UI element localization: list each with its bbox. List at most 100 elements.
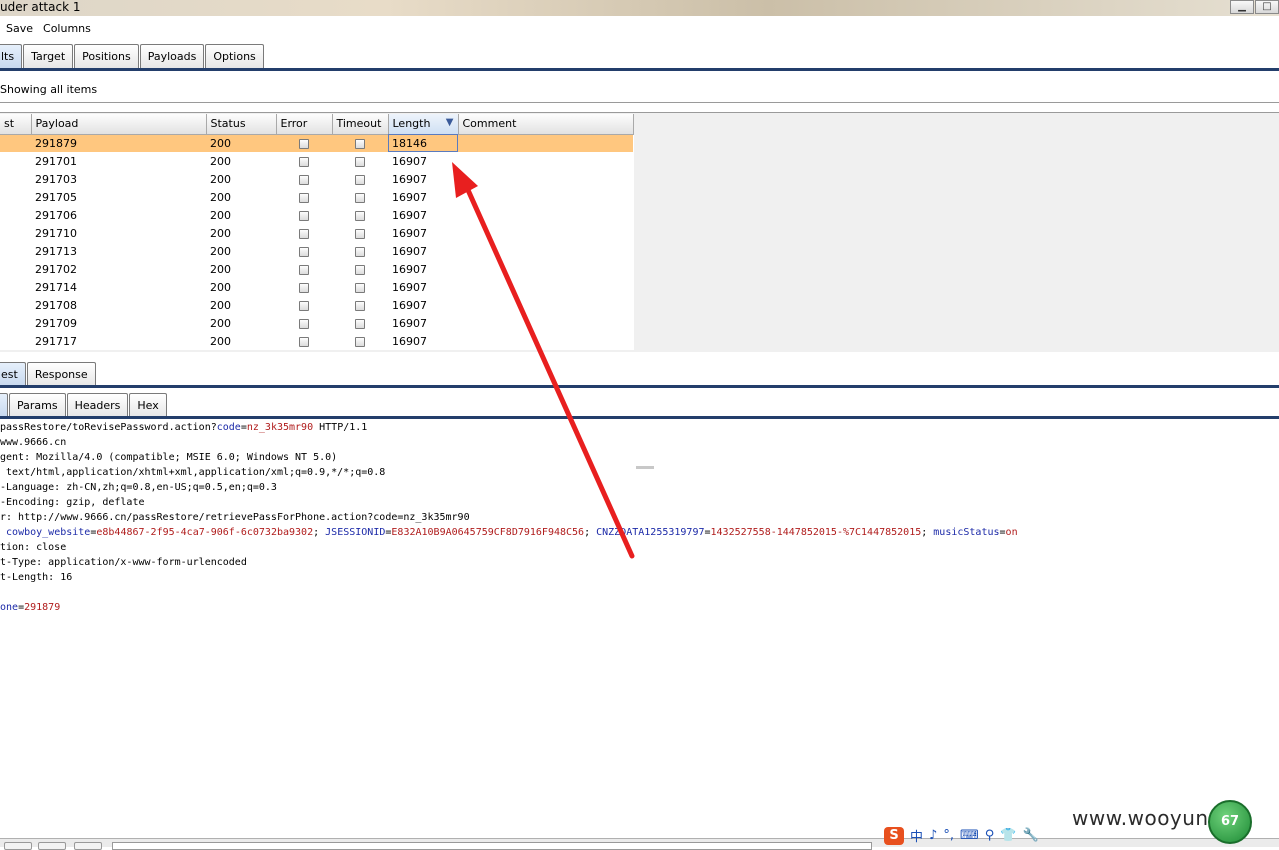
col-header-status[interactable]: Status <box>206 114 277 135</box>
col-header-error[interactable]: Error <box>276 114 333 135</box>
cell-payload: 291717 <box>35 334 77 348</box>
results-table[interactable]: st Payload Status Error Timeout Length ▼ … <box>0 114 634 350</box>
tab-hex[interactable]: Hex <box>129 393 167 417</box>
filter-bar[interactable]: Showing all items <box>0 73 1279 103</box>
search-input[interactable] <box>112 842 872 850</box>
help-button[interactable] <box>4 842 32 850</box>
request-token: www.9666.cn <box>0 437 67 448</box>
cell-request <box>0 296 31 314</box>
window-controls: ▁ □ <box>1229 0 1279 14</box>
cell-error <box>276 296 332 314</box>
checkbox[interactable] <box>299 228 309 239</box>
checkbox[interactable] <box>299 156 309 167</box>
col-header-request[interactable]: st <box>0 114 32 135</box>
checkbox[interactable] <box>355 228 365 239</box>
checkbox[interactable] <box>299 282 309 293</box>
ime-moon-icon[interactable]: ♪ <box>929 828 937 843</box>
checkbox[interactable] <box>355 156 365 167</box>
tab-payloads[interactable]: Payloads <box>139 44 205 68</box>
ime-skin-icon[interactable]: 👕 <box>1000 828 1016 843</box>
checkbox[interactable] <box>355 264 365 275</box>
checkbox[interactable] <box>299 264 309 275</box>
checkbox[interactable] <box>355 318 365 329</box>
request-line <box>0 585 1279 600</box>
cell-comment <box>458 278 633 296</box>
tab-request[interactable]: est <box>0 362 26 386</box>
cell-status: 200 <box>210 334 231 348</box>
speed-badge[interactable]: 67 <box>1208 800 1252 844</box>
table-row[interactable]: 291705 200 16907 <box>0 188 633 206</box>
checkbox[interactable] <box>355 138 365 149</box>
checkbox[interactable] <box>355 246 365 257</box>
checkbox[interactable] <box>299 174 309 185</box>
cell-payload: 291702 <box>35 262 77 276</box>
checkbox[interactable] <box>355 282 365 293</box>
request-token: CNZZDATA1255319797 <box>596 527 705 538</box>
table-row[interactable]: 291706 200 16907 <box>0 206 633 224</box>
cell-request <box>0 188 31 206</box>
tab-params[interactable]: Params <box>9 393 66 417</box>
cell-timeout <box>332 134 388 152</box>
cell-error <box>276 260 332 278</box>
ime-keyboard-icon[interactable]: ⌨ <box>960 828 979 843</box>
ime-punct-icon[interactable]: °, <box>943 828 954 843</box>
request-token: ; <box>584 527 597 538</box>
checkbox[interactable] <box>355 192 365 203</box>
ime-user-icon[interactable]: ⚲ <box>985 828 995 843</box>
cell-error <box>276 332 332 350</box>
prev-button[interactable] <box>38 842 66 850</box>
cell-error <box>276 188 332 206</box>
cell-payload: 291713 <box>35 244 77 258</box>
table-row[interactable]: 291713 200 16907 <box>0 242 633 260</box>
minimize-button[interactable]: ▁ <box>1230 0 1254 14</box>
checkbox[interactable] <box>299 210 309 221</box>
checkbox[interactable] <box>299 336 309 347</box>
checkbox[interactable] <box>355 174 365 185</box>
checkbox[interactable] <box>299 246 309 257</box>
cell-timeout <box>332 278 388 296</box>
next-button[interactable] <box>74 842 102 850</box>
cell-timeout <box>332 206 388 224</box>
col-header-timeout[interactable]: Timeout <box>332 114 389 135</box>
table-row[interactable]: 291709 200 16907 <box>0 314 633 332</box>
request-line: -Encoding: gzip, deflate <box>0 495 1279 510</box>
checkbox[interactable] <box>355 300 365 311</box>
ime-mode-icon[interactable]: 中 <box>910 826 923 845</box>
ime-logo-icon[interactable]: S <box>884 826 904 845</box>
table-row[interactable]: 291714 200 16907 <box>0 278 633 296</box>
tab-results[interactable]: lts <box>0 44 23 68</box>
table-row[interactable]: 291703 200 16907 <box>0 170 633 188</box>
maximize-button[interactable]: □ <box>1255 0 1279 14</box>
checkbox[interactable] <box>299 300 309 311</box>
col-header-payload[interactable]: Payload <box>31 114 207 135</box>
checkbox[interactable] <box>299 192 309 203</box>
table-row[interactable]: 291879 200 18146 <box>0 134 633 152</box>
menu-columns[interactable]: Columns <box>43 22 91 35</box>
table-row[interactable]: 291708 200 16907 <box>0 296 633 314</box>
table-row[interactable]: 291717 200 16907 <box>0 332 633 350</box>
request-token: musicStatus <box>933 527 1000 538</box>
ime-tools-icon[interactable]: 🔧 <box>1022 828 1038 843</box>
request-line: -Language: zh-CN,zh;q=0.8,en-US;q=0.5,en… <box>0 480 1279 495</box>
menu-save[interactable]: Save <box>6 22 33 35</box>
checkbox[interactable] <box>355 210 365 221</box>
table-row[interactable]: 291702 200 16907 <box>0 260 633 278</box>
table-row[interactable]: 291701 200 16907 <box>0 152 633 170</box>
tab-raw[interactable] <box>0 393 8 417</box>
tab-target[interactable]: Target <box>23 44 74 68</box>
cell-length: 16907 <box>392 316 427 330</box>
request-line: text/html,application/xhtml+xml,applicat… <box>0 465 1279 480</box>
col-header-comment[interactable]: Comment <box>458 114 634 135</box>
checkbox[interactable] <box>355 336 365 347</box>
tab-headers[interactable]: Headers <box>66 393 129 417</box>
request-editor[interactable]: passRestore/toRevisePassword.action?code… <box>0 420 1279 830</box>
checkbox[interactable] <box>299 138 309 149</box>
tab-positions[interactable]: Positions <box>74 44 139 68</box>
col-header-length[interactable]: Length ▼ <box>388 114 459 135</box>
checkbox[interactable] <box>299 318 309 329</box>
view-tabs: est Response <box>0 362 97 386</box>
table-row[interactable]: 291710 200 16907 <box>0 224 633 242</box>
tab-response[interactable]: Response <box>26 362 96 386</box>
tab-options[interactable]: Options <box>205 44 264 68</box>
cell-request <box>0 332 31 350</box>
